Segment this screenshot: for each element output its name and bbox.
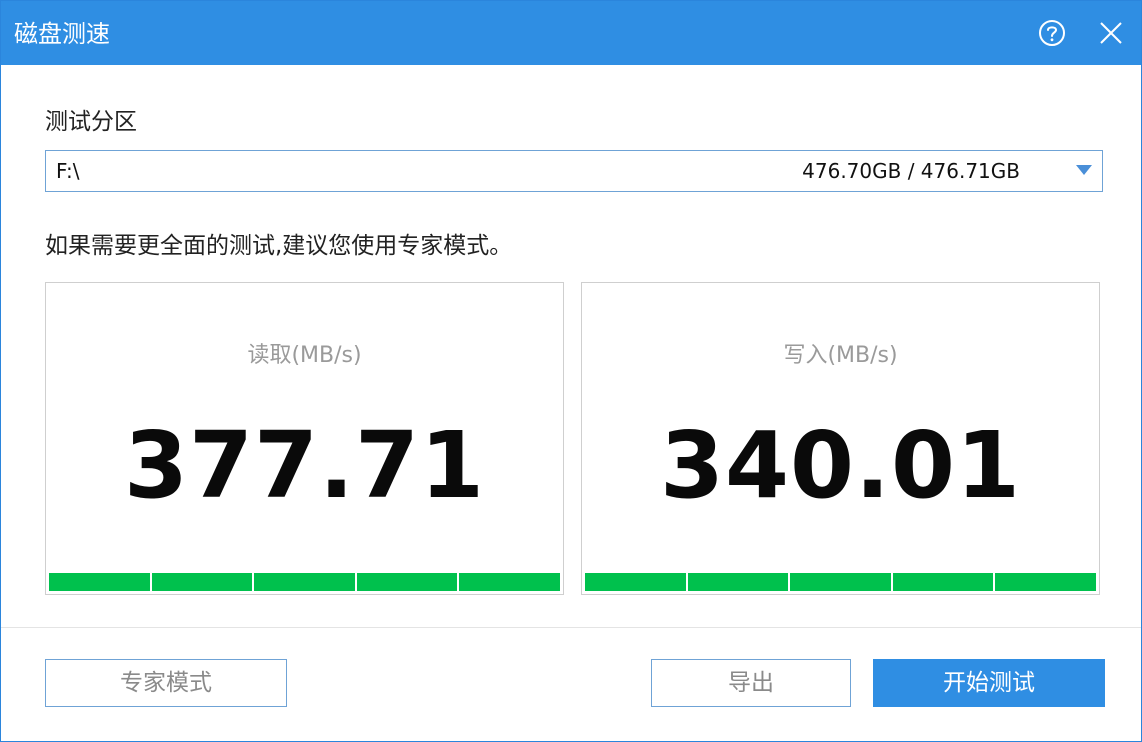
read-progress-fill bbox=[49, 573, 560, 591]
read-speed-label: 读取(MB/s) bbox=[247, 343, 362, 368]
progress-segment-divider bbox=[150, 573, 152, 591]
title-bar: 磁盘测速 bbox=[1, 1, 1141, 65]
progress-segment-divider bbox=[891, 573, 893, 591]
progress-segment-divider bbox=[355, 573, 357, 591]
window-title: 磁盘测速 bbox=[14, 20, 110, 48]
close-button[interactable] bbox=[1097, 19, 1125, 47]
dropdown-arrow-icon bbox=[1076, 165, 1092, 175]
help-button[interactable] bbox=[1038, 19, 1066, 47]
export-button[interactable]: 导出 bbox=[651, 659, 851, 707]
progress-segment-divider bbox=[252, 573, 254, 591]
write-speed-panel: 写入(MB/s) 340.01 bbox=[581, 282, 1100, 595]
disk-speed-window: 磁盘测速 测试分区 F:\ 476.70GB / 476.71GB 如果需要更全… bbox=[0, 0, 1142, 742]
read-speed-panel: 读取(MB/s) 377.71 bbox=[45, 282, 564, 595]
expert-mode-hint: 如果需要更全面的测试,建议您使用专家模式。 bbox=[45, 233, 513, 259]
expert-mode-button[interactable]: 专家模式 bbox=[45, 659, 287, 707]
write-speed-value: 340.01 bbox=[659, 412, 1022, 519]
partition-label: 测试分区 bbox=[45, 109, 137, 135]
start-test-button[interactable]: 开始测试 bbox=[873, 659, 1105, 707]
progress-segment-divider bbox=[993, 573, 995, 591]
footer-divider bbox=[1, 627, 1141, 628]
write-progress-fill bbox=[585, 573, 1096, 591]
close-x-icon bbox=[1100, 22, 1122, 44]
write-progress-bar bbox=[585, 573, 1096, 591]
progress-segment-divider bbox=[457, 573, 459, 591]
partition-select[interactable]: F:\ 476.70GB / 476.71GB bbox=[45, 150, 1103, 192]
write-speed-label: 写入(MB/s) bbox=[783, 343, 898, 368]
read-progress-bar bbox=[49, 573, 560, 591]
question-circle-icon bbox=[1039, 20, 1065, 46]
read-speed-value: 377.71 bbox=[123, 412, 486, 519]
progress-segment-divider bbox=[788, 573, 790, 591]
selected-drive: F:\ bbox=[56, 159, 80, 183]
progress-segment-divider bbox=[686, 573, 688, 591]
drive-capacity: 476.70GB / 476.71GB bbox=[802, 159, 1020, 183]
